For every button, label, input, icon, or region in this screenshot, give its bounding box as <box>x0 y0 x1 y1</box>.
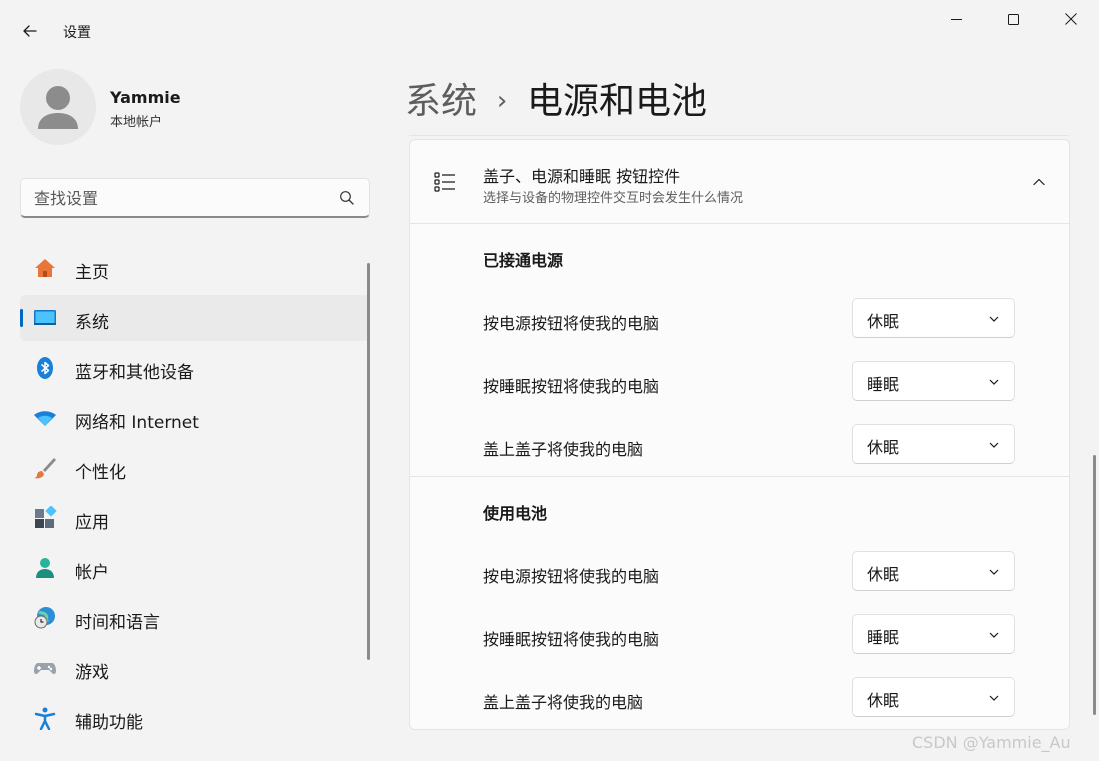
main-scrollbar[interactable] <box>1093 455 1096 715</box>
sidebar-item-label: 帐户 <box>75 563 109 583</box>
dropdown-value: 休眠 <box>867 565 900 584</box>
globe-clock-icon <box>34 607 55 629</box>
account-icon <box>36 558 54 578</box>
sidebar-item-accessibility[interactable]: 辅助功能 <box>20 695 370 741</box>
breadcrumb: 系统 › 电源和电池 <box>405 72 707 124</box>
sidebar-item-accounts[interactable]: 帐户 <box>20 545 370 591</box>
lid-power-sleep-card: 盖子、电源和睡眠 按钮控件 选择与设备的物理控件交互时会发生什么情况 已接通电源… <box>409 139 1070 730</box>
row-label: 盖上盖子将使我的电脑 <box>483 693 644 712</box>
sidebar-item-gaming[interactable]: 游戏 <box>20 645 370 691</box>
maximize-icon <box>1008 13 1019 25</box>
sidebar-item-label: 蓝牙和其他设备 <box>75 363 194 383</box>
lid-close-battery-select[interactable]: 休眠 <box>852 677 1015 717</box>
close-icon <box>1064 13 1077 25</box>
row-label: 盖上盖子将使我的电脑 <box>483 440 644 459</box>
sidebar-item-label: 网络和 Internet <box>75 413 199 433</box>
sleep-button-battery-select[interactable]: 睡眠 <box>852 614 1015 654</box>
section-title-on-battery: 使用电池 <box>483 504 548 523</box>
chevron-down-icon <box>989 569 999 575</box>
dropdown-value: 休眠 <box>867 691 900 710</box>
card-title: 盖子、电源和睡眠 按钮控件 <box>483 167 681 186</box>
system-icon <box>34 310 56 325</box>
sidebar-item-home[interactable]: 主页 <box>20 245 370 291</box>
sleep-button-plugged-select[interactable]: 睡眠 <box>852 361 1015 401</box>
breadcrumb-separator: › <box>496 86 508 116</box>
sidebar-item-bluetooth[interactable]: 蓝牙和其他设备 <box>20 345 370 391</box>
title-bar: 设置 <box>0 0 1099 60</box>
page-title: 电源和电池 <box>527 81 708 122</box>
search-icon[interactable] <box>339 190 355 206</box>
dropdown-value: 休眠 <box>867 312 900 331</box>
list-settings-icon <box>434 172 455 192</box>
sidebar-scrollbar[interactable] <box>367 263 370 660</box>
sidebar-item-label: 系统 <box>75 313 109 333</box>
watermark: CSDN @Yammie_Au <box>912 733 1071 752</box>
sidebar-item-label: 辅助功能 <box>75 713 143 733</box>
sidebar-item-label: 时间和语言 <box>75 613 160 633</box>
sidebar-item-label: 游戏 <box>75 663 109 683</box>
minimize-button[interactable] <box>928 0 985 38</box>
sidebar-item-label: 个性化 <box>75 463 126 483</box>
selection-indicator <box>20 309 23 327</box>
sidebar-item-apps[interactable]: 应用 <box>20 495 370 541</box>
row-label: 按睡眠按钮将使我的电脑 <box>483 377 660 396</box>
chevron-down-icon <box>989 379 999 385</box>
card-subtitle: 选择与设备的物理控件交互时会发生什么情况 <box>483 191 744 206</box>
apps-icon <box>35 506 57 528</box>
home-icon <box>35 259 55 277</box>
power-button-battery-select[interactable]: 休眠 <box>852 551 1015 591</box>
minimize-icon <box>951 18 962 20</box>
search-input[interactable] <box>34 187 334 209</box>
row-label: 按睡眠按钮将使我的电脑 <box>483 630 660 649</box>
chevron-down-icon <box>989 632 999 638</box>
dropdown-value: 休眠 <box>867 438 900 457</box>
back-button[interactable] <box>12 14 48 48</box>
back-arrow-icon <box>23 25 37 37</box>
window-title: 设置 <box>63 25 91 41</box>
user-name: Yammie <box>110 88 181 107</box>
section-divider <box>410 476 1069 477</box>
power-button-plugged-select[interactable]: 休眠 <box>852 298 1015 338</box>
brush-icon <box>34 458 56 479</box>
sidebar-item-label: 主页 <box>75 263 109 283</box>
dropdown-value: 睡眠 <box>867 628 900 647</box>
maximize-button[interactable] <box>985 0 1042 38</box>
row-label: 按电源按钮将使我的电脑 <box>483 314 660 333</box>
chevron-down-icon <box>989 316 999 322</box>
sidebar-item-network[interactable]: 网络和 Internet <box>20 395 370 441</box>
chevron-down-icon <box>989 442 999 448</box>
bluetooth-icon <box>37 357 53 379</box>
close-button[interactable] <box>1042 0 1099 38</box>
previous-card-edge <box>409 130 1069 136</box>
sidebar-nav: 主页 系统 蓝牙和其他设备 网络和 Internet 个性化 应用 帐户 时间和… <box>20 245 370 745</box>
chevron-down-icon <box>989 695 999 701</box>
sidebar-item-personalization[interactable]: 个性化 <box>20 445 370 491</box>
lid-close-plugged-select[interactable]: 休眠 <box>852 424 1015 464</box>
avatar[interactable] <box>20 69 96 145</box>
row-label: 按电源按钮将使我的电脑 <box>483 567 660 586</box>
account-type: 本地帐户 <box>110 115 163 130</box>
accessibility-icon <box>34 707 56 730</box>
wifi-icon <box>34 411 56 426</box>
sidebar-item-label: 应用 <box>75 513 109 533</box>
section-title-plugged-in: 已接通电源 <box>483 251 564 270</box>
chevron-up-icon <box>1033 178 1045 186</box>
sidebar-item-system[interactable]: 系统 <box>20 295 370 341</box>
card-header[interactable]: 盖子、电源和睡眠 按钮控件 选择与设备的物理控件交互时会发生什么情况 <box>410 140 1069 224</box>
dropdown-value: 睡眠 <box>867 375 900 394</box>
search-box[interactable] <box>20 178 370 218</box>
user-avatar-icon <box>38 86 78 129</box>
breadcrumb-parent[interactable]: 系统 <box>405 81 477 122</box>
gamepad-icon <box>34 663 56 675</box>
collapse-button[interactable] <box>1027 170 1051 194</box>
sidebar-item-time-language[interactable]: 时间和语言 <box>20 595 370 641</box>
